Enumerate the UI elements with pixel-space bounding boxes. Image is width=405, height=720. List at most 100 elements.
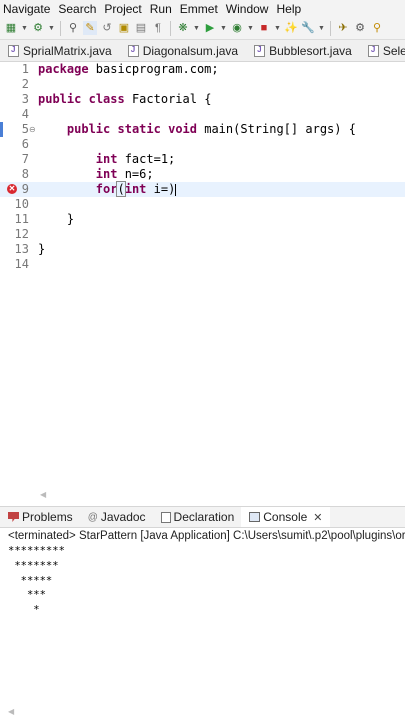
tab-label: Diagonalsum.java: [142, 43, 239, 58]
tab-label: Bubblesort.java: [269, 43, 352, 58]
code-text: public class Factorial {: [38, 92, 212, 106]
menu-project[interactable]: Project: [101, 2, 146, 16]
console-icon: [249, 512, 261, 522]
console-line: *****: [8, 574, 53, 587]
mark-occurrences-icon[interactable]: ↺: [100, 21, 114, 35]
tab-label: Selec: [382, 43, 405, 58]
toolbar-separator: [170, 20, 171, 36]
code-line[interactable]: 3 public class Factorial {: [0, 92, 405, 107]
tab-sprialmatrix[interactable]: SprialMatrix.java: [0, 40, 120, 61]
console-status: <terminated> StarPattern [Java Applicati…: [0, 528, 405, 544]
chevron-down-icon[interactable]: ▼: [274, 21, 281, 35]
tab-problems[interactable]: Problems: [0, 507, 80, 527]
menu-navigate[interactable]: Navigate: [0, 2, 55, 16]
menu-run[interactable]: Run: [147, 2, 177, 16]
coverage-icon[interactable]: ◉: [230, 21, 244, 35]
code-line[interactable]: 11 }: [0, 212, 405, 227]
code-line[interactable]: 6: [0, 137, 405, 152]
line-number: 3: [21, 92, 29, 106]
code-line[interactable]: 13 }: [0, 242, 405, 257]
highlight-icon[interactable]: ✎: [83, 21, 97, 35]
line-number: 4: [21, 107, 29, 121]
line-number: 9: [21, 182, 29, 196]
closing-paren: ): [168, 182, 176, 196]
scroll-left-icon[interactable]: ◀: [8, 707, 14, 716]
console-line: *********: [8, 545, 65, 557]
console-line: *: [8, 604, 40, 617]
line-number: 12: [14, 227, 29, 241]
debug-icon[interactable]: ❋: [176, 21, 190, 35]
console-horizontal-scrollbar[interactable]: ◀: [0, 704, 405, 720]
code-line[interactable]: 10: [0, 197, 405, 212]
fold-toggle-icon[interactable]: ⊖: [29, 125, 36, 134]
toolbar: ▦ ▼ ⚙ ▼ ⚲ ✎ ↺ ▣ ▤ ¶ ❋ ▼ ▶ ▼ ◉ ▼ ■ ▼ ✨ 🔧 …: [0, 17, 405, 40]
code-line[interactable]: 14: [0, 257, 405, 272]
open-task-icon[interactable]: ⚙: [353, 21, 367, 35]
search-icon[interactable]: ⚲: [370, 21, 384, 35]
java-file-icon: [127, 44, 139, 57]
line-number: 13: [14, 242, 29, 256]
tab-bubblesort[interactable]: Bubblesort.java: [246, 40, 360, 61]
new-package-icon[interactable]: 🔧: [301, 21, 315, 35]
pilcrow-icon[interactable]: ¶: [151, 21, 165, 35]
external-tools-icon[interactable]: ■: [257, 21, 271, 35]
code-text: int n=6;: [95, 167, 154, 181]
tab-declaration[interactable]: Declaration: [153, 507, 242, 527]
problems-icon: [8, 512, 19, 522]
close-icon[interactable]: ✕: [313, 511, 322, 524]
open-type-icon[interactable]: ▦: [4, 21, 18, 35]
code-line[interactable]: 8 int n=6;: [0, 167, 405, 182]
block-selection-icon[interactable]: ▣: [117, 21, 131, 35]
tab-label: Console: [263, 510, 308, 524]
console-line: *******: [8, 559, 59, 572]
tab-javadoc[interactable]: @ Javadoc: [80, 507, 153, 527]
chevron-down-icon[interactable]: ▼: [247, 21, 254, 35]
menu-bar: Navigate Search Project Run Emmet Window…: [0, 0, 405, 17]
tab-console[interactable]: Console ✕: [241, 507, 330, 527]
menu-emmet[interactable]: Emmet: [177, 2, 223, 16]
tab-diagonalsum[interactable]: Diagonalsum.java: [120, 40, 246, 61]
console-output[interactable]: ********* ******* ***** *** *: [0, 544, 405, 704]
chevron-down-icon[interactable]: ▼: [193, 21, 200, 35]
chevron-down-icon[interactable]: ▼: [318, 21, 325, 35]
menu-help[interactable]: Help: [273, 2, 306, 16]
line-number: 14: [14, 257, 29, 271]
menu-window[interactable]: Window: [223, 2, 274, 16]
console-line: ***: [8, 589, 46, 602]
code-line[interactable]: 4: [0, 107, 405, 122]
code-line[interactable]: 2: [0, 77, 405, 92]
code-editor[interactable]: 1 package basicprogram.com; 2 3 public c…: [0, 62, 405, 490]
java-file-icon: [254, 44, 266, 57]
declaration-icon: [160, 511, 171, 523]
code-line[interactable]: 1 package basicprogram.com;: [0, 62, 405, 77]
code-text: int fact=1;: [95, 152, 176, 166]
editor-horizontal-scrollbar[interactable]: ◀: [0, 490, 405, 500]
new-java-project-icon[interactable]: ✨: [284, 21, 298, 35]
chevron-down-icon[interactable]: ▼: [21, 21, 28, 35]
line-number: 10: [14, 197, 29, 211]
code-text: }: [38, 212, 75, 226]
code-line[interactable]: 5 ⊖ public static void main(String[] arg…: [0, 122, 405, 137]
code-line[interactable]: 12: [0, 227, 405, 242]
menu-search[interactable]: Search: [55, 2, 101, 16]
line-number: 11: [14, 212, 29, 226]
code-line[interactable]: 7 int fact=1;: [0, 152, 405, 167]
bottom-panel-tabs: Problems @ Javadoc Declaration Console ✕: [0, 506, 405, 528]
editor-tab-bar: SprialMatrix.java Diagonalsum.java Bubbl…: [0, 40, 405, 62]
java-file-icon: [367, 44, 379, 57]
scroll-left-icon[interactable]: ◀: [40, 490, 46, 499]
new-class-icon[interactable]: ✈: [336, 21, 350, 35]
pin-icon[interactable]: ⚲: [66, 21, 80, 35]
tab-selection[interactable]: Selec: [360, 40, 405, 61]
toolbar-separator: [330, 20, 331, 36]
chevron-down-icon[interactable]: ▼: [48, 21, 55, 35]
run-icon[interactable]: ▶: [203, 21, 217, 35]
chevron-down-icon[interactable]: ▼: [220, 21, 227, 35]
tab-label: Javadoc: [100, 510, 146, 524]
line-number: 5: [21, 122, 29, 136]
show-whitespace-icon[interactable]: ▤: [134, 21, 148, 35]
line-number: 6: [21, 137, 29, 151]
code-line-current[interactable]: ✕ 9 for(int i=): [0, 181, 405, 197]
run-config-icon[interactable]: ⚙: [31, 21, 45, 35]
line-number: 8: [21, 167, 29, 181]
